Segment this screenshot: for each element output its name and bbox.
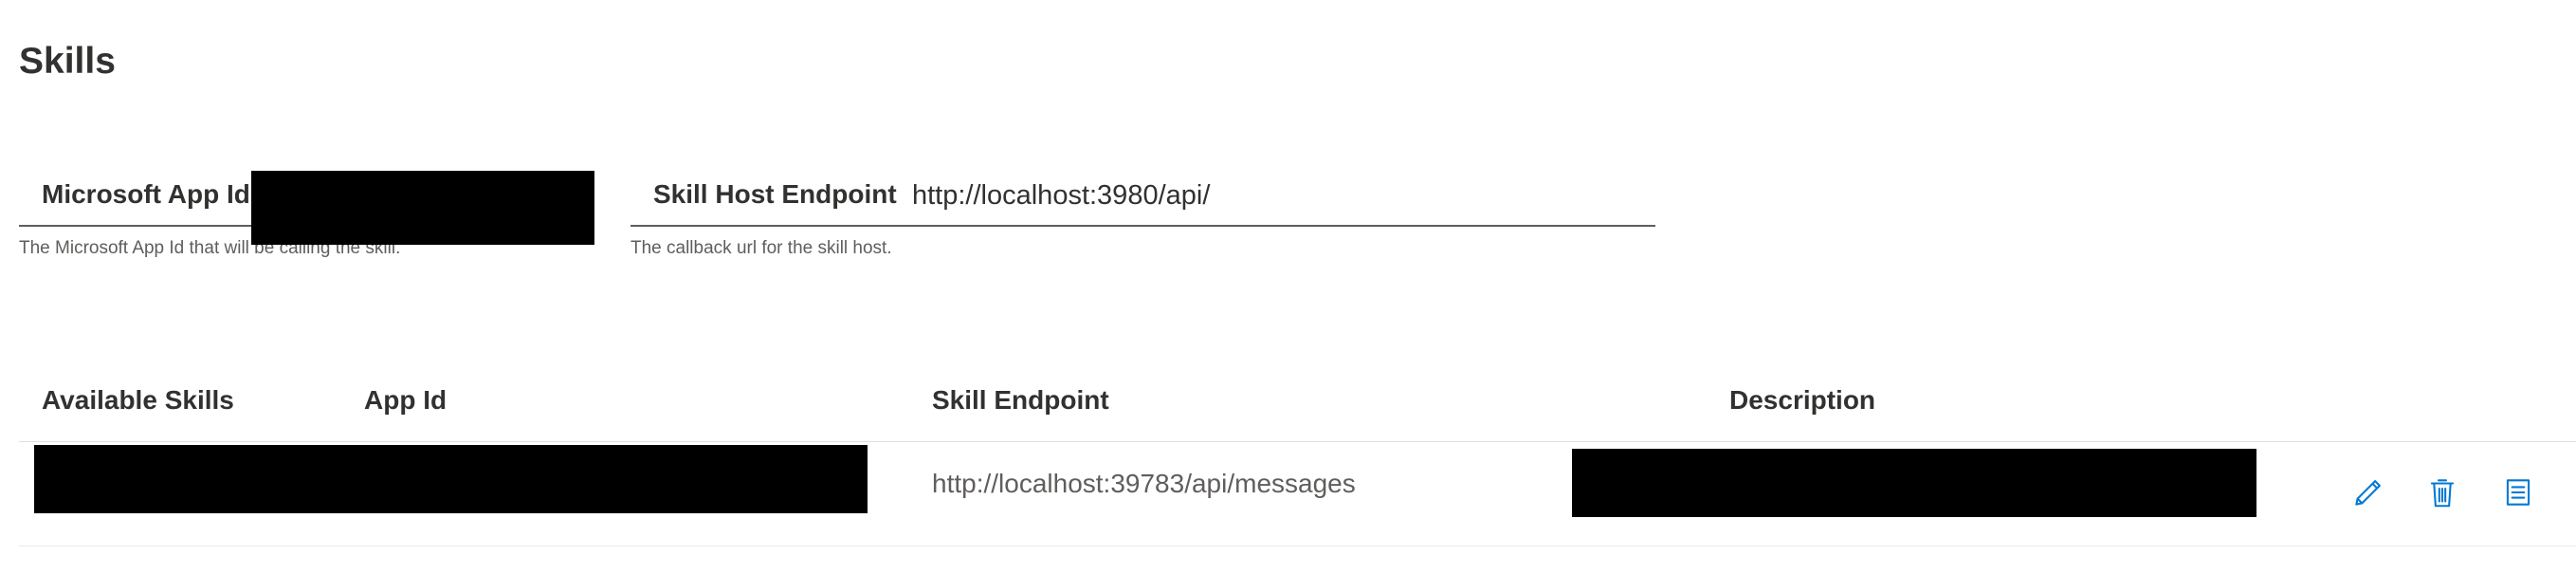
delete-skill-button[interactable] <box>2421 471 2464 514</box>
table-header-divider <box>19 441 2576 442</box>
skill-host-endpoint-input[interactable] <box>912 174 1633 217</box>
column-header-description: Description <box>1729 385 1876 415</box>
view-manifest-button[interactable] <box>2496 471 2540 514</box>
column-header-app-id: App Id <box>364 385 448 415</box>
document-icon <box>2506 479 2530 506</box>
redacted-app-id-value <box>251 171 594 245</box>
microsoft-app-id-label: Microsoft App Id <box>42 179 250 209</box>
page-title: Skills <box>19 41 116 82</box>
trash-icon <box>2430 479 2455 508</box>
skill-host-endpoint-label: Skill Host Endpoint <box>653 179 897 209</box>
skill-host-endpoint-hint: The callback url for the skill host. <box>630 238 892 258</box>
pencil-icon <box>2355 480 2381 506</box>
column-header-skill-endpoint: Skill Endpoint <box>932 385 1109 415</box>
edit-skill-button[interactable] <box>2347 471 2390 514</box>
column-header-available-skills: Available Skills <box>42 385 234 415</box>
skill-endpoint-cell: http://localhost:39783/api/messages <box>932 469 1356 498</box>
redacted-description <box>1572 449 2256 517</box>
skill-host-endpoint-field: Skill Host Endpoint <box>630 166 1655 227</box>
redacted-skill-name-and-app-id <box>34 445 868 513</box>
